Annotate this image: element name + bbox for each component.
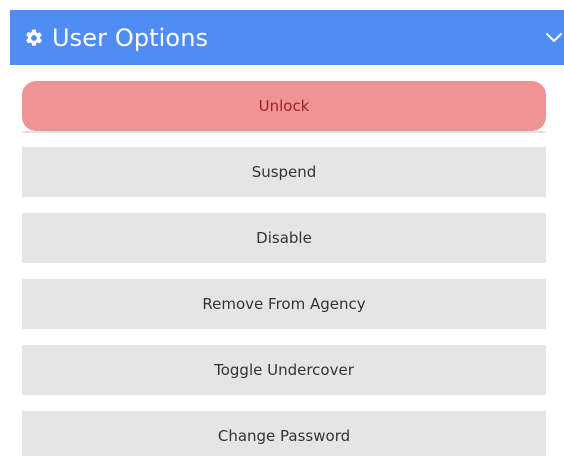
gear-icon [24,28,44,48]
unlock-button[interactable]: Unlock [22,81,546,133]
panel-title: User Options [52,23,209,52]
toggle-undercover-button[interactable]: Toggle Undercover [22,345,546,395]
user-options-header[interactable]: User Options [10,10,564,65]
suspend-button[interactable]: Suspend [22,147,546,197]
user-actions-list: Unlock Suspend Disable Remove From Agenc… [22,81,546,456]
user-options-panel: User Options Unlock Suspend Disable Remo… [0,0,564,456]
chevron-down-icon[interactable] [544,27,564,47]
remove-from-agency-button[interactable]: Remove From Agency [22,279,546,329]
change-password-button[interactable]: Change Password [22,411,546,456]
disable-button[interactable]: Disable [22,213,546,263]
